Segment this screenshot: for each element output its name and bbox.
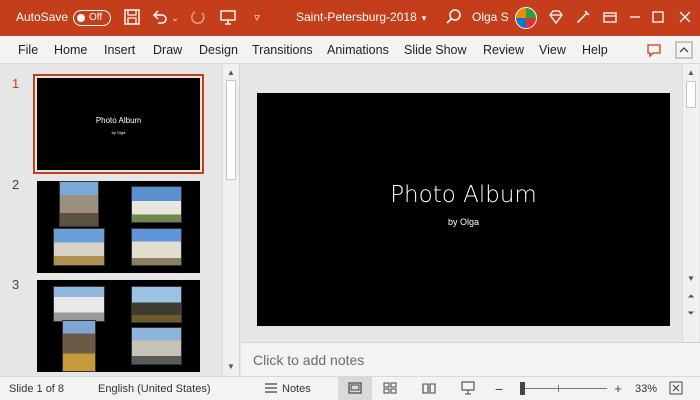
photo-cathedral-domes xyxy=(131,228,182,266)
photo-park xyxy=(131,286,182,323)
menu-slide-show[interactable]: Slide Show xyxy=(404,43,467,57)
autosave-state: Off xyxy=(89,12,103,23)
zoom-out-icon[interactable]: − xyxy=(490,381,508,397)
slide-number-1: 1 xyxy=(12,76,20,91)
toggle-knob xyxy=(77,14,85,22)
autosave-toggle[interactable]: Off xyxy=(73,10,111,26)
menu-review[interactable]: Review xyxy=(483,43,524,57)
scrollbar-thumb[interactable] xyxy=(686,81,696,108)
title-bar: AutoSave Off ⌄ ▿ Saint-Petersburg-2018 ▾… xyxy=(0,0,700,36)
zoom-in-icon[interactable]: + xyxy=(609,381,627,397)
menu-home[interactable]: Home xyxy=(54,43,87,57)
slide-thumbnail-2[interactable] xyxy=(37,181,200,273)
reading-view-icon[interactable] xyxy=(420,381,438,397)
menu-insert[interactable]: Insert xyxy=(104,43,135,57)
editor-scrollbar[interactable]: ▲ ▼ ⏶ ⏷ xyxy=(682,64,699,342)
chevron-up-icon[interactable] xyxy=(674,40,694,60)
menu-design[interactable]: Design xyxy=(199,43,238,57)
user-name[interactable]: Olga S xyxy=(472,10,509,24)
zoom-midpoint xyxy=(558,385,559,392)
zoom-slider-handle[interactable] xyxy=(520,382,525,395)
menu-bar: File Home Insert Draw Design Transitions… xyxy=(0,36,700,64)
customize-toolbar-icon[interactable]: ▿ xyxy=(247,8,267,28)
slide-thumbnail-pane: 1 Photo Album by Olga 2 3 ▲ ▼ xyxy=(0,64,240,376)
diamond-icon[interactable] xyxy=(546,8,566,28)
menu-animations[interactable]: Animations xyxy=(327,43,389,57)
status-bar: Slide 1 of 8 English (United States) Not… xyxy=(0,376,700,400)
photo-church-white xyxy=(131,186,182,223)
photo-street xyxy=(131,327,182,365)
photo-arch-gate xyxy=(53,286,105,322)
current-slide[interactable]: Photo Album by Olga xyxy=(257,93,670,326)
document-title[interactable]: Saint-Petersburg-2018 xyxy=(296,10,417,24)
restore-icon[interactable] xyxy=(600,8,620,28)
scroll-down-icon[interactable]: ▼ xyxy=(683,272,699,286)
pen-icon[interactable] xyxy=(573,8,593,28)
undo-dropdown-icon[interactable]: ⌄ xyxy=(170,8,180,28)
autosave-label: AutoSave xyxy=(16,10,69,24)
slide-show-icon[interactable] xyxy=(459,381,477,397)
slide-thumbnail-3[interactable] xyxy=(37,280,200,372)
redo-icon xyxy=(188,8,208,28)
comments-icon[interactable] xyxy=(644,40,664,60)
minimize-icon[interactable] xyxy=(625,8,645,28)
thumbnail-subtitle: by Olga xyxy=(111,130,126,135)
photo-spire xyxy=(62,320,96,372)
title-dropdown-icon[interactable]: ▾ xyxy=(414,8,434,28)
close-icon[interactable] xyxy=(675,8,695,28)
avatar[interactable] xyxy=(515,7,537,29)
slide-editor: Photo Album by Olga ▲ ▼ ⏶ ⏷ xyxy=(241,64,700,342)
notes-pane[interactable]: Click to add notes xyxy=(241,342,700,376)
slide-indicator: Slide 1 of 8 xyxy=(9,383,65,395)
slide-subtitle[interactable]: by Olga xyxy=(257,217,670,227)
menu-file[interactable]: File xyxy=(18,43,38,57)
scroll-up-icon[interactable]: ▲ xyxy=(223,66,239,80)
language-indicator[interactable]: English (United States) xyxy=(98,383,211,395)
notes-placeholder[interactable]: Click to add notes xyxy=(253,352,364,368)
next-slide-icon[interactable]: ⏷ xyxy=(683,306,699,320)
photo-cathedral xyxy=(59,181,99,227)
menu-help[interactable]: Help xyxy=(582,43,608,57)
menu-view[interactable]: View xyxy=(539,43,566,57)
slide-thumbnail-1[interactable]: Photo Album by Olga xyxy=(33,74,204,174)
present-icon[interactable] xyxy=(218,8,238,28)
zoom-slider[interactable] xyxy=(525,388,607,389)
search-icon[interactable] xyxy=(444,8,464,28)
slide-title[interactable]: Photo Album xyxy=(257,182,670,208)
fit-slide-icon[interactable] xyxy=(667,381,685,397)
menu-transitions[interactable]: Transitions xyxy=(252,43,313,57)
undo-icon[interactable] xyxy=(150,8,170,28)
maximize-icon[interactable] xyxy=(648,8,668,28)
thumbnail-title: Photo Album xyxy=(95,116,142,125)
menu-draw[interactable]: Draw xyxy=(153,43,182,57)
normal-view-icon[interactable] xyxy=(346,381,364,397)
scroll-down-icon[interactable]: ▼ xyxy=(223,360,239,374)
slide-sorter-icon[interactable] xyxy=(381,381,399,397)
scrollbar-thumb[interactable] xyxy=(226,80,236,180)
scroll-up-icon[interactable]: ▲ xyxy=(683,66,699,80)
notes-toggle[interactable]: Notes xyxy=(282,383,311,395)
save-icon[interactable] xyxy=(122,8,142,28)
slide-number-3: 3 xyxy=(12,277,20,292)
notes-icon[interactable] xyxy=(262,381,280,397)
zoom-level[interactable]: 33% xyxy=(635,383,657,395)
slide-number-2: 2 xyxy=(12,177,20,192)
photo-church-trees xyxy=(53,228,105,266)
thumbnail-scrollbar[interactable]: ▲ ▼ xyxy=(222,64,239,376)
previous-slide-icon[interactable]: ⏶ xyxy=(683,289,699,303)
